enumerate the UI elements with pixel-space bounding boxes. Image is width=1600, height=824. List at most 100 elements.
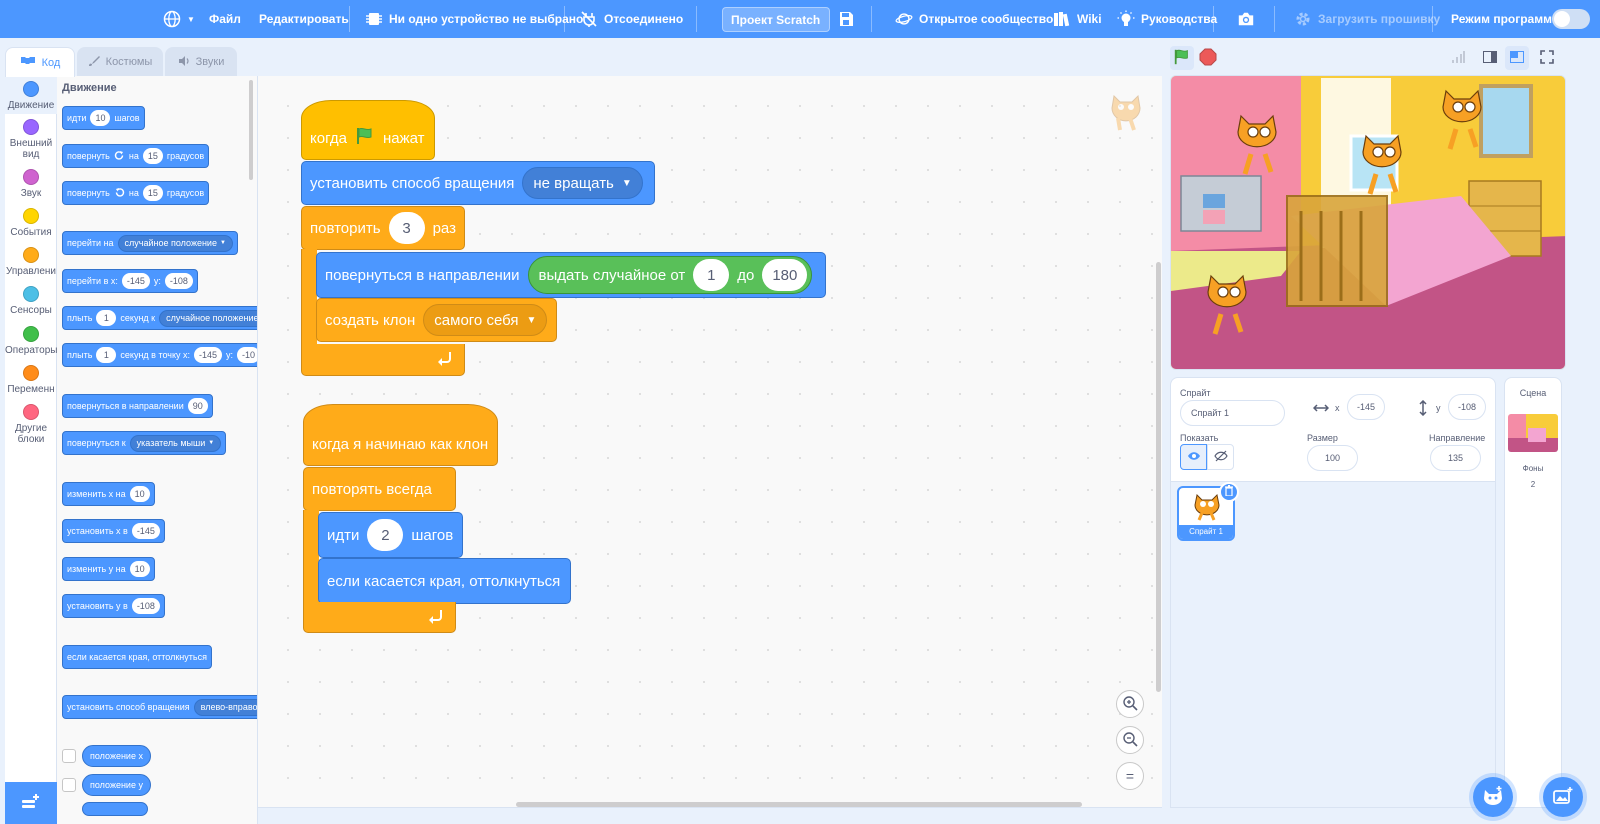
set-rotation-style-block[interactable]: установить способ вращения не вращать ▼ — [301, 161, 655, 205]
category-events[interactable]: События — [5, 208, 57, 238]
category-motion[interactable]: Движение — [5, 76, 57, 114]
block-input[interactable]: -108 — [164, 273, 193, 289]
project-title-input[interactable] — [722, 7, 830, 32]
palette-block-set-x[interactable]: установить х в -145 — [62, 519, 165, 543]
category-my-blocks[interactable]: Другие блоки — [5, 404, 57, 445]
zoom-out-button[interactable] — [1116, 726, 1144, 754]
stage-target-panel[interactable]: Сцена Фоны 2 — [1504, 377, 1562, 808]
palette-block-goto[interactable]: перейти на случайное положение ▼ — [62, 231, 238, 255]
block-input[interactable]: -145 — [131, 523, 160, 539]
forever-block[interactable]: повторять всегда — [303, 467, 456, 511]
category-looks[interactable]: Внешний вид — [5, 119, 57, 160]
palette-block-rotation-style[interactable]: установить способ вращения влево-вправо — [62, 695, 257, 719]
edit-menu[interactable]: Редактировать — [259, 0, 349, 38]
show-sprite-button[interactable] — [1180, 444, 1207, 470]
category-control[interactable]: Управлени — [5, 247, 57, 277]
category-sensing[interactable]: Сенсоры — [5, 286, 57, 316]
category-variables[interactable]: Переменн — [5, 365, 57, 395]
clone-target-dropdown[interactable]: самого себя ▼ — [423, 304, 548, 336]
language-menu[interactable]: ▼ — [163, 0, 195, 38]
fullscreen-button[interactable] — [1535, 46, 1559, 70]
script-workspace[interactable]: когда нажат установить способ вращения н… — [258, 76, 1162, 808]
category-operators[interactable]: Операторы — [5, 326, 57, 356]
palette-block-glide[interactable]: плыть 1 секунд к случайное положение — [62, 306, 257, 330]
category-sound[interactable]: Звук — [5, 169, 57, 199]
repeat-block[interactable]: повторить 3 раз — [301, 206, 465, 250]
block-dropdown[interactable]: влево-вправо — [193, 698, 257, 716]
palette-reporter-x-position[interactable]: положение x — [82, 745, 151, 767]
green-flag-button[interactable] — [1170, 46, 1194, 70]
upload-firmware-button[interactable]: Загрузить прошивку — [1294, 0, 1440, 38]
direction-input[interactable]: 135 — [1430, 445, 1481, 471]
workspace-horizontal-scrollbar[interactable] — [516, 802, 1082, 807]
size-input[interactable]: 100 — [1307, 445, 1358, 471]
when-i-start-as-clone-block[interactable]: когда я начинаю как клон — [303, 404, 498, 466]
wiki-link[interactable]: Wiki — [1053, 0, 1102, 38]
palette-block-move[interactable]: идти 10 шагов — [62, 106, 145, 130]
reporter-checkbox[interactable] — [62, 749, 76, 763]
palette-block-point-direction[interactable]: повернуться в направлении 90 — [62, 394, 213, 418]
tab-sounds[interactable]: Звуки — [165, 47, 237, 76]
block-input[interactable]: 1 — [96, 310, 117, 326]
zoom-reset-button[interactable]: = — [1116, 762, 1144, 790]
delete-sprite-button[interactable] — [1219, 482, 1239, 502]
save-button[interactable] — [837, 0, 855, 38]
block-dropdown[interactable]: случайное положение ▼ — [117, 234, 233, 252]
choose-backdrop-button[interactable] — [1543, 777, 1583, 817]
block-input[interactable]: -145 — [194, 347, 223, 363]
palette-block-change-y[interactable]: изменить у на 10 — [62, 557, 155, 581]
repeat-count-input[interactable]: 3 — [388, 212, 425, 244]
block-dropdown[interactable]: указатель мыши ▼ — [129, 434, 222, 452]
block-input[interactable]: 15 — [142, 185, 163, 201]
create-clone-block[interactable]: создать клон самого себя ▼ — [316, 298, 557, 342]
hide-sprite-button[interactable] — [1207, 444, 1234, 470]
random-from-input[interactable]: 1 — [693, 259, 730, 291]
block-input[interactable]: -145 — [121, 273, 150, 289]
block-input[interactable]: -10 — [237, 347, 257, 363]
block-input[interactable]: 15 — [142, 148, 163, 164]
tutorials-link[interactable]: Руководства — [1117, 0, 1217, 38]
block-input[interactable]: 10 — [129, 561, 150, 577]
move-steps-block[interactable]: идти 2 шагов — [318, 512, 463, 558]
zoom-in-button[interactable] — [1116, 690, 1144, 718]
reporter-checkbox[interactable] — [62, 778, 76, 792]
block-input[interactable]: 1 — [96, 347, 117, 363]
palette-block-glide-xy[interactable]: плыть 1 секунд в точку x: -145 y: -10 — [62, 343, 257, 367]
palette-reporter-direction[interactable] — [82, 802, 148, 816]
block-input[interactable]: -108 — [131, 598, 160, 614]
choose-sprite-button[interactable] — [1473, 777, 1513, 817]
steps-input[interactable]: 2 — [367, 519, 404, 551]
palette-block-set-y[interactable]: установить у в -108 — [62, 594, 165, 618]
stop-button[interactable] — [1196, 46, 1220, 70]
file-menu[interactable]: Файл — [209, 0, 241, 38]
program-mode-toggle[interactable] — [1552, 9, 1590, 29]
palette-block-change-x[interactable]: изменить х на 10 — [62, 482, 155, 506]
rotation-style-dropdown[interactable]: не вращать ▼ — [522, 167, 643, 199]
stage-canvas[interactable] — [1170, 75, 1566, 370]
add-extension-button[interactable] — [5, 782, 57, 824]
point-in-direction-block[interactable]: повернуться в направлении выдать случайн… — [316, 252, 826, 298]
palette-block-turn-right[interactable]: повернуть на 15 градусов — [62, 144, 210, 168]
block-input[interactable]: 10 — [90, 110, 111, 126]
palette-block-point-towards[interactable]: повернуться к указатель мыши ▼ — [62, 431, 227, 455]
when-flag-clicked-block[interactable]: когда нажат — [301, 100, 435, 160]
block-input[interactable]: 90 — [187, 398, 208, 414]
x-position-input[interactable]: -145 — [1347, 394, 1385, 420]
palette-block-goto-xy[interactable]: перейти в x: -145 y: -108 — [62, 269, 198, 293]
connection-status[interactable]: Отсоединено — [580, 0, 683, 38]
community-link[interactable]: Открытое сообщество — [895, 0, 1053, 38]
tab-costumes[interactable]: Костюмы — [77, 47, 163, 76]
y-position-input[interactable]: -108 — [1448, 394, 1486, 420]
workspace-vertical-scrollbar[interactable] — [1156, 262, 1161, 692]
tab-code[interactable]: Код — [5, 47, 75, 77]
pick-random-block[interactable]: выдать случайное от 1 до 180 — [527, 256, 813, 294]
palette-block-bounce[interactable]: если касается края, оттолкнуться — [62, 645, 212, 669]
sprite-name-input[interactable] — [1180, 400, 1285, 426]
screenshot-button[interactable] — [1237, 0, 1255, 38]
palette-block-turn-left[interactable]: повернуть на 15 градусов — [62, 181, 210, 205]
block-input[interactable]: 10 — [129, 486, 150, 502]
normal-stage-button[interactable] — [1505, 46, 1529, 70]
random-to-input[interactable]: 180 — [762, 259, 808, 291]
palette-scrollbar[interactable] — [249, 80, 253, 180]
small-stage-button[interactable] — [1478, 46, 1502, 70]
